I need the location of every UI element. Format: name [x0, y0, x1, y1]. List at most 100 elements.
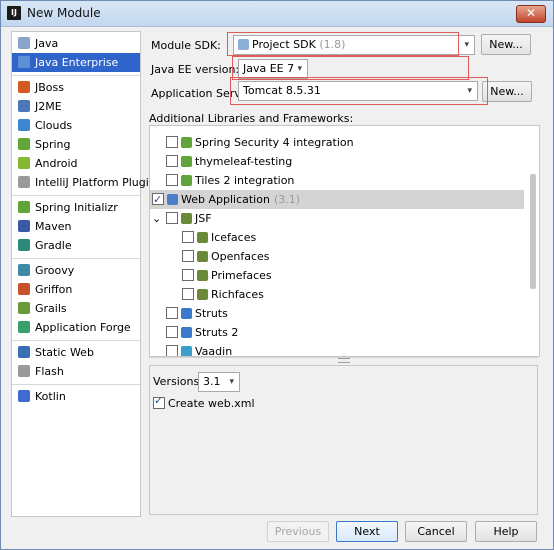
library-checkbox[interactable]	[166, 212, 178, 224]
struts-gear-icon	[181, 308, 192, 319]
library-checkbox[interactable]	[152, 190, 164, 209]
library-item-jsf[interactable]: ⌄ JSF	[152, 209, 212, 228]
cancel-button[interactable]: Cancel	[405, 521, 467, 542]
create-web-xml-row[interactable]: Create web.xml	[153, 394, 255, 410]
libraries-scrollbar[interactable]	[530, 174, 536, 289]
library-checkbox[interactable]	[182, 231, 194, 243]
library-item-thymeleaf-testing[interactable]: thymeleaf-testing	[166, 152, 292, 171]
spring-leaf-icon	[18, 138, 30, 150]
library-item-tiles-2-integration[interactable]: Tiles 2 integration	[166, 171, 294, 190]
sidebar-item-flash[interactable]: Flash	[12, 362, 140, 381]
library-label: Struts	[195, 307, 228, 320]
create-web-xml-checkbox[interactable]	[153, 394, 165, 409]
sidebar-item-label: Maven	[35, 220, 72, 233]
struts-gear-icon	[181, 327, 192, 338]
library-item-web-application[interactable]: Web Application(3.1)	[152, 190, 300, 209]
sidebar-group: JBoss J2ME Clouds Spring Android IntelliJ Pla…	[12, 76, 156, 196]
sidebar-item-android[interactable]: Android	[12, 154, 140, 173]
sidebar-item-label: Static Web	[35, 346, 94, 359]
sidebar-item-clouds[interactable]: Clouds	[12, 116, 140, 135]
library-item-primefaces[interactable]: Primefaces	[182, 266, 272, 285]
library-checkbox[interactable]	[166, 136, 178, 148]
library-checkbox[interactable]	[166, 155, 178, 167]
help-button[interactable]: Help	[475, 521, 537, 542]
title-bar: IJ New Module ✕	[1, 1, 553, 27]
library-checkbox[interactable]	[166, 174, 178, 186]
library-checkbox[interactable]	[182, 250, 194, 262]
library-item-openfaces[interactable]: Openfaces	[182, 247, 270, 266]
library-item-spring-security-4-integration[interactable]: Spring Security 4 integration	[166, 133, 354, 152]
library-checkbox[interactable]	[166, 326, 178, 338]
highlight-box	[227, 32, 459, 56]
sidebar-item-label: Grails	[35, 302, 67, 315]
sidebar-item-griffon[interactable]: Griffon	[12, 280, 140, 299]
sidebar-item-grails[interactable]: Grails	[12, 299, 140, 318]
library-item-struts-2[interactable]: Struts 2	[166, 323, 238, 342]
library-label: Primefaces	[211, 269, 272, 282]
sidebar-item-label: Gradle	[35, 239, 72, 252]
libraries-label: Additional Libraries and Frameworks:	[149, 112, 354, 125]
library-checkbox[interactable]	[182, 269, 194, 281]
sidebar-item-gradle[interactable]: Gradle	[12, 236, 140, 255]
new-server-button[interactable]: New...	[482, 81, 532, 102]
jsf-icon	[181, 213, 192, 224]
library-item-vaadin[interactable]: Vaadin	[166, 342, 233, 357]
library-checkbox[interactable]	[166, 345, 178, 356]
sidebar-item-spring-initializr[interactable]: Spring Initializr	[12, 198, 140, 217]
jsf-icon	[197, 289, 208, 300]
sidebar-item-label: Griffon	[35, 283, 73, 296]
library-item-struts[interactable]: Struts	[166, 304, 228, 323]
sidebar-item-label: Application Forge	[35, 321, 131, 334]
library-label: thymeleaf-testing	[195, 155, 293, 168]
sidebar-item-label: Java	[35, 37, 59, 50]
kotlin-icon	[18, 390, 30, 402]
library-checkbox[interactable]	[182, 288, 194, 300]
sidebar-item-groovy[interactable]: Groovy	[12, 261, 140, 280]
next-button[interactable]: Next	[336, 521, 398, 542]
sidebar-item-application-forge[interactable]: Application Forge	[12, 318, 140, 337]
forge-icon	[18, 321, 30, 333]
java-ee-icon	[18, 56, 30, 68]
android-icon	[18, 157, 30, 169]
sidebar-item-label: J2ME	[35, 100, 62, 113]
sidebar-item-static-web[interactable]: Static Web	[12, 343, 140, 362]
sidebar-item-j2me[interactable]: J2ME	[12, 97, 140, 116]
jboss-icon	[18, 81, 30, 93]
library-label: Spring Security 4 integration	[195, 136, 354, 149]
library-item-icefaces[interactable]: Icefaces	[182, 228, 256, 247]
close-button[interactable]: ✕	[516, 5, 546, 23]
java-ee-version-label: Java EE version:	[151, 63, 240, 76]
sidebar-item-java[interactable]: Java	[12, 34, 140, 53]
sidebar-item-label: Groovy	[35, 264, 75, 277]
libraries-tree: Spring Security 4 integration thymeleaf-t…	[149, 125, 540, 357]
chevron-down-icon[interactable]: ⌄	[152, 209, 162, 228]
sidebar-item-spring[interactable]: Spring	[12, 135, 140, 154]
sidebar-group: Kotlin	[12, 385, 140, 409]
new-sdk-button[interactable]: New...	[481, 34, 531, 55]
sidebar-item-label: Kotlin	[35, 390, 66, 403]
sidebar-item-label: Android	[35, 157, 78, 170]
library-label: Vaadin	[195, 345, 233, 357]
versions-select[interactable]: 3.1 ▾	[198, 372, 240, 392]
sidebar-item-java-enterprise[interactable]: Java Enterprise	[12, 53, 140, 72]
jsf-icon	[197, 251, 208, 262]
jsf-icon	[197, 232, 208, 243]
groovy-icon	[18, 264, 30, 276]
previous-button[interactable]: Previous	[267, 521, 329, 542]
sidebar-item-label: Flash	[35, 365, 64, 378]
sidebar-item-intellij-platform-plugin[interactable]: IntelliJ Platform Plugin	[12, 173, 156, 192]
sidebar-group: Java Java Enterprise	[12, 32, 140, 76]
sidebar-item-kotlin[interactable]: Kotlin	[12, 387, 140, 406]
sidebar-item-jboss[interactable]: JBoss	[12, 78, 140, 97]
sidebar-group: Spring Initializr Maven Gradle	[12, 196, 140, 259]
web-app-icon	[167, 194, 178, 205]
splitter-handle[interactable]	[338, 358, 350, 363]
spring-initializr-icon	[18, 201, 30, 213]
sidebar-group: Groovy Griffon Grails Application Forge	[12, 259, 140, 341]
sidebar-item-maven[interactable]: Maven	[12, 217, 140, 236]
sidebar-group: Static Web Flash	[12, 341, 140, 385]
sidebar-item-label: Java Enterprise	[35, 56, 119, 69]
library-item-richfaces[interactable]: Richfaces	[182, 285, 264, 304]
library-checkbox[interactable]	[166, 307, 178, 319]
framework-details-panel: Versions: 3.1 ▾ Create web.xml	[149, 365, 538, 515]
